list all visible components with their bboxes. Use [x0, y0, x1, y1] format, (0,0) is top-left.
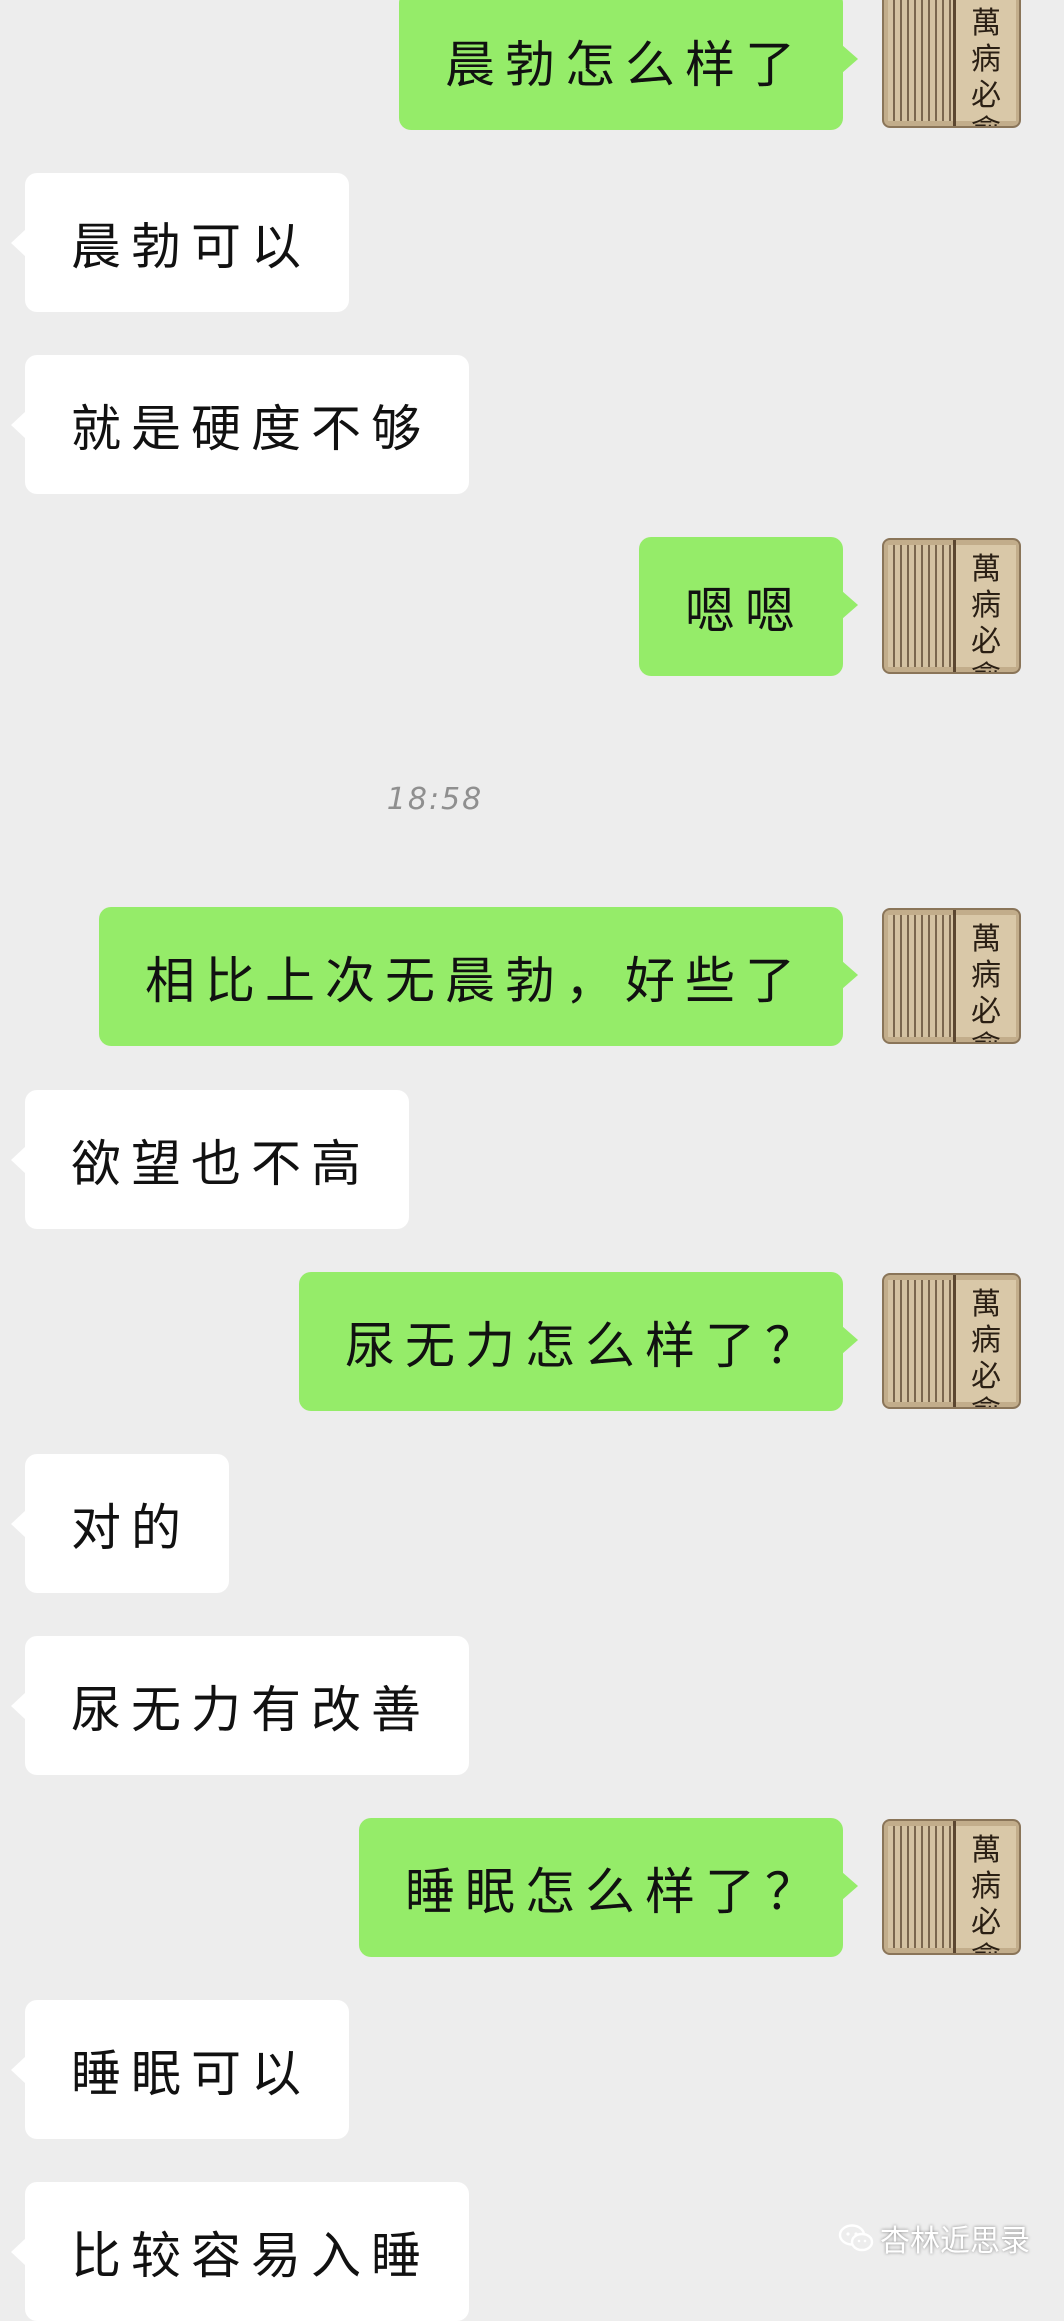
avatar-book-title: 萬病必愈 — [971, 1833, 1001, 1953]
incoming-message-bubble[interactable]: 尿无力有改善 — [11, 1636, 469, 1775]
outgoing-message-bubble[interactable]: 尿无力怎么样了？ — [299, 1272, 858, 1411]
outgoing-message-bubble[interactable]: 嗯嗯 — [639, 537, 858, 676]
incoming-message-bubble[interactable]: 睡眠可以 — [11, 2000, 349, 2139]
chat-area[interactable]: 晨勃怎么样了 萬病必愈 晨勃可以 就是硬度不够 嗯嗯 萬病必愈 18:58 相比… — [0, 0, 1064, 2321]
avatar-book-title: 萬病必愈 — [971, 552, 1001, 672]
chat-timestamp: 18:58 — [386, 782, 484, 817]
avatar-book-title: 萬病必愈 — [971, 6, 1001, 126]
contact-avatar[interactable]: 萬病必愈 — [882, 0, 1021, 128]
contact-avatar[interactable]: 萬病必愈 — [882, 538, 1021, 674]
avatar-book-title: 萬病必愈 — [971, 922, 1001, 1042]
incoming-message-bubble[interactable]: 晨勃可以 — [11, 173, 349, 312]
contact-avatar[interactable]: 萬病必愈 — [882, 1819, 1021, 1955]
watermark-text: 杏林近思录 — [880, 2224, 1030, 2259]
account-watermark: 杏林近思录 — [838, 2216, 1030, 2260]
contact-avatar[interactable]: 萬病必愈 — [882, 908, 1021, 1044]
incoming-message-bubble[interactable]: 就是硬度不够 — [11, 355, 469, 494]
incoming-message-bubble[interactable]: 比较容易入睡 — [11, 2182, 469, 2321]
outgoing-message-bubble[interactable]: 晨勃怎么样了 — [399, 0, 858, 130]
incoming-message-bubble[interactable]: 欲望也不高 — [11, 1090, 409, 1229]
incoming-message-bubble[interactable]: 对的 — [11, 1454, 229, 1593]
outgoing-message-bubble[interactable]: 相比上次无晨勃，好些了 — [99, 907, 858, 1046]
wechat-icon — [838, 2224, 874, 2252]
avatar-book-title: 萬病必愈 — [971, 1287, 1001, 1407]
contact-avatar[interactable]: 萬病必愈 — [882, 1273, 1021, 1409]
outgoing-message-bubble[interactable]: 睡眠怎么样了？ — [359, 1818, 858, 1957]
